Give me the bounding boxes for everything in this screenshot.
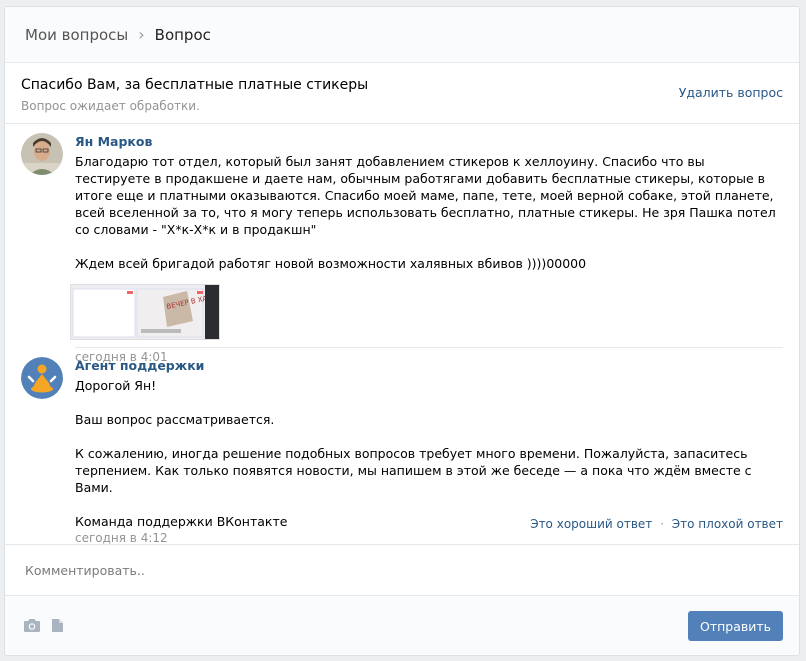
breadcrumb: Мои вопросы › Вопрос bbox=[5, 7, 799, 63]
message-author[interactable]: Ян Марков bbox=[75, 134, 783, 149]
message-user: Ян Марков Благодарю тот отдел, который б… bbox=[5, 124, 799, 364]
question-header: Спасибо Вам, за бесплатные платные стике… bbox=[5, 63, 799, 124]
question-status: Вопрос ожидает обработки. bbox=[21, 99, 200, 113]
delete-question-link[interactable]: Удалить вопрос bbox=[679, 85, 783, 100]
support-question-panel: Мои вопросы › Вопрос Спасибо Вам, за бес… bbox=[4, 6, 800, 656]
message-author[interactable]: Агент поддержки bbox=[75, 358, 783, 373]
message-support: Агент поддержки Дорогой Ян! Ваш вопрос р… bbox=[5, 348, 799, 545]
message-text: Ждем всей бригадой работяг новой возможн… bbox=[75, 256, 587, 271]
message-text: Дорогой Ян! bbox=[75, 378, 157, 393]
avatar-user[interactable] bbox=[21, 133, 63, 175]
breadcrumb-separator: › bbox=[138, 25, 145, 44]
rate-separator: · bbox=[660, 517, 664, 531]
message-text: Ваш вопрос рассматривается. bbox=[75, 412, 275, 427]
breadcrumb-current: Вопрос bbox=[154, 25, 211, 44]
comment-input[interactable] bbox=[5, 545, 799, 595]
question-title: Спасибо Вам, за бесплатные платные стике… bbox=[21, 77, 369, 93]
message-text: К сожалению, иногда решение подобных воп… bbox=[75, 446, 752, 495]
breadcrumb-my-questions[interactable]: Мои вопросы bbox=[25, 26, 128, 44]
message-time[interactable]: сегодня в 4:12 bbox=[75, 531, 783, 545]
rate-good-link[interactable]: Это хороший ответ bbox=[530, 517, 652, 531]
camera-icon[interactable] bbox=[23, 618, 41, 636]
composer-footer: Отправить bbox=[5, 596, 799, 655]
send-button[interactable]: Отправить bbox=[688, 611, 783, 641]
avatar-support-agent[interactable] bbox=[21, 357, 63, 399]
rate-bad-link[interactable]: Это плохой ответ bbox=[672, 517, 783, 531]
comment-box bbox=[5, 544, 799, 596]
attachment-image[interactable]: ВЕЧЕР В ХАТУ! bbox=[70, 284, 220, 340]
message-text: Благодарю тот отдел, который был занят д… bbox=[75, 154, 776, 237]
document-icon[interactable] bbox=[51, 618, 64, 636]
rating-links: Это хороший ответ · Это плохой ответ bbox=[530, 517, 783, 531]
